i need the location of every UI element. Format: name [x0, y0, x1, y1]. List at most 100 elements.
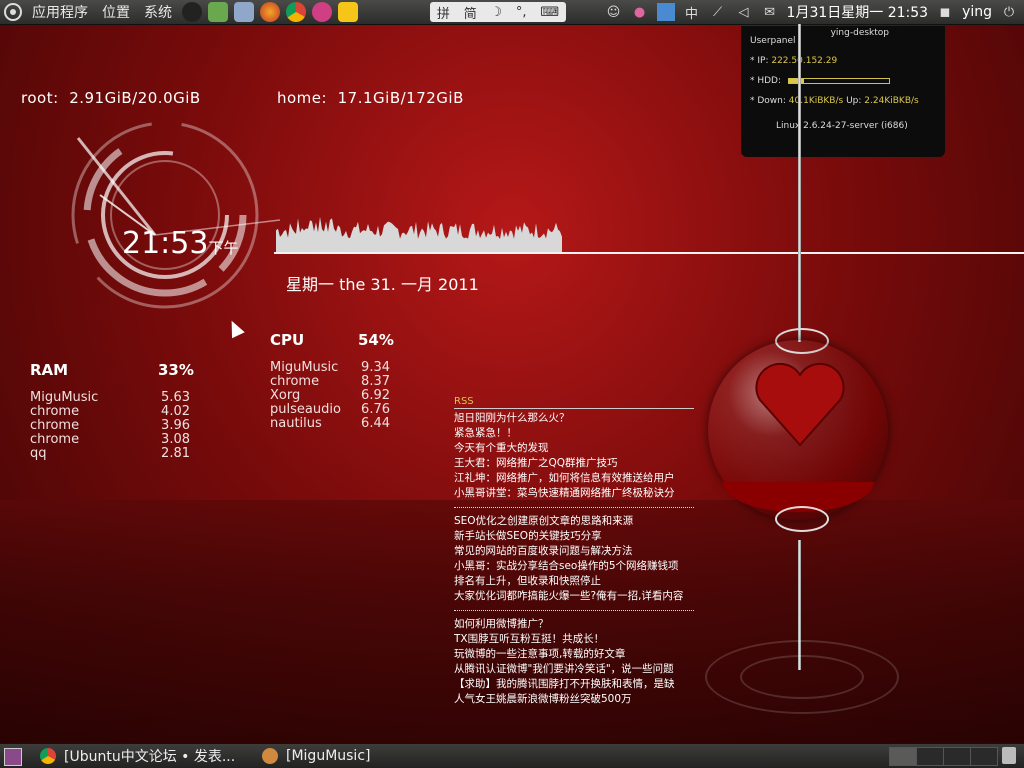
cpu-process-list: MiguMusic 9.34 chrome 8.37 Xorg 6.92 pulsea…	[270, 361, 390, 431]
workspace-3[interactable]	[943, 747, 971, 766]
workspace-4[interactable]	[970, 747, 998, 766]
ip-label: * IP:	[750, 56, 769, 66]
hostname: ying-desktop	[830, 28, 889, 38]
root-label: root:	[21, 89, 59, 107]
network-tool-launcher-icon[interactable]	[234, 2, 254, 22]
top-panel: 应用程序 位置 系统 拼 简 ☽ °, ⌨ ☺ ● 中 ⟋ ◁ ✉ 1月31日星…	[0, 0, 1024, 25]
root-value: 2.91GiB/20.0GiB	[69, 89, 201, 107]
ime-simplified-icon[interactable]: 简	[464, 3, 477, 22]
chat-launcher-icon[interactable]	[338, 2, 358, 22]
down-label: * Down:	[750, 96, 786, 106]
conky-ampm: 下午	[208, 239, 239, 257]
ram-label: RAM	[30, 361, 69, 379]
input-method-bar[interactable]: 拼 简 ☽ °, ⌨	[430, 2, 566, 22]
rss-item[interactable]: TX围脖互听互粉互挺！共成长！	[454, 632, 694, 647]
up-value: 2.24KiBKB/s	[864, 96, 919, 106]
rss-item[interactable]: 常见的网站的百度收录问题与解决方法	[454, 544, 694, 559]
rss-group: SEO优化之创建原创文章的思路和来源 新手站长做SEO的关键技巧分享 常见的网站的百…	[454, 512, 694, 611]
rss-item[interactable]: 江礼坤：网络推广，如何将信息有效推送给用户	[454, 471, 694, 486]
rss-item[interactable]: 王大君：网络推广之QQ群推广技巧	[454, 456, 694, 471]
heart-icon	[755, 362, 845, 447]
trash-icon[interactable]	[1002, 747, 1016, 764]
clock-rings	[71, 121, 281, 309]
list-item: Xorg 6.92	[270, 388, 390, 403]
conky-time: 21:53	[122, 226, 209, 261]
rss-item[interactable]: 小黑哥：实战分享结合seo操作的5个网络赚钱项	[454, 559, 694, 574]
pendant-chain	[798, 24, 801, 342]
rss-group: 旭日阳刚为什么那么火？ 紧急紧急！！ 今天有个重大的发现 王大君：网络推广之QQ群推广…	[454, 409, 694, 508]
ime-chinese-icon[interactable]: 中	[683, 3, 701, 22]
home-value: 17.1GiB/172GiB	[337, 89, 464, 107]
rss-item[interactable]: 人气女王姚晨新浪微博粉丝突破500万	[454, 692, 694, 707]
water-ripple-inner	[740, 655, 864, 699]
firefox-launcher-icon[interactable]	[260, 2, 280, 22]
conky-clock: 21:53下午	[122, 226, 238, 261]
app-tray-icon[interactable]	[656, 3, 675, 21]
rss-item[interactable]: SEO优化之创建原创文章的思路和来源	[454, 514, 694, 529]
volume-icon[interactable]: ◁	[735, 3, 753, 21]
qq-im-launcher-icon[interactable]	[208, 2, 228, 22]
rss-item[interactable]: 如何利用微博推广？	[454, 617, 694, 632]
network-row: * Down: 40.1KiBKB/s Up: 2.24KiBKB/s	[750, 96, 919, 106]
taskbar-item-browser[interactable]: [Ubuntu中文论坛 • 发表...	[40, 746, 235, 766]
list-item: MiguMusic 5.63	[30, 390, 190, 405]
chrome-launcher-icon[interactable]	[286, 2, 306, 22]
ram-process-list: MiguMusic 5.63 chrome 4.02 chrome 3.96 chro…	[30, 391, 190, 461]
power-icon[interactable]: ⏻	[1000, 3, 1018, 21]
workspace-2[interactable]	[916, 747, 944, 766]
list-item: qq 2.81	[30, 446, 190, 461]
list-item: MiguMusic 9.34	[270, 360, 390, 375]
qq-launcher-icon[interactable]	[182, 2, 202, 22]
taskbar-item-label: [MiguMusic]	[286, 748, 371, 764]
lips-icon[interactable]: ●	[631, 3, 649, 21]
conky-date: 星期一 the 31. 一月 2011	[286, 275, 479, 294]
cpu-percent: 54%	[358, 331, 394, 349]
rss-item[interactable]: 今天有个重大的发现	[454, 441, 694, 456]
rss-item[interactable]: 排名有上升，但收录和快照停止	[454, 574, 694, 589]
rss-item[interactable]: 小黑哥讲堂：菜鸟快速精通网络推广终极秘诀分	[454, 486, 694, 501]
rss-item[interactable]: 大家优化词都咋搞能火爆一些?俺有一招,详看内容	[454, 589, 694, 604]
kernel-info: Linux 2.6.24-27-server (i686)	[776, 121, 908, 131]
rss-widget: RSS 旭日阳刚为什么那么火？ 紧急紧急！！ 今天有个重大的发现 王大君：网络推广之Q…	[454, 396, 694, 717]
ime-moon-icon[interactable]: ☽	[490, 5, 502, 20]
ime-punct-icon[interactable]: °,	[516, 5, 527, 20]
ubuntu-logo-icon[interactable]	[4, 3, 22, 21]
menu-places[interactable]: 位置	[98, 2, 134, 22]
list-item: pulseaudio 6.76	[270, 402, 390, 417]
taskbar-item-migumusic[interactable]: [MiguMusic]	[262, 746, 371, 766]
music-launcher-icon[interactable]	[312, 2, 332, 22]
chat-status-icon[interactable]: ◼	[936, 3, 954, 21]
user-name[interactable]: ying	[962, 4, 992, 20]
mail-icon[interactable]: ✉	[761, 3, 779, 21]
home-label: home:	[277, 89, 328, 107]
users-icon[interactable]: ☺	[605, 3, 623, 21]
bottom-panel: [Ubuntu中文论坛 • 发表... [MiguMusic]	[0, 743, 1024, 768]
ram-percent: 33%	[158, 361, 194, 379]
show-desktop-icon[interactable]	[4, 748, 22, 766]
menu-system[interactable]: 系统	[140, 2, 176, 22]
ime-keyboard-icon[interactable]: ⌨	[540, 5, 559, 20]
ip-value: 222.50.152.29	[771, 56, 838, 66]
rss-item[interactable]: 新手站长做SEO的关键技巧分享	[454, 529, 694, 544]
root-disk-usage: root: 2.91GiB/20.0GiB	[21, 89, 201, 107]
chrome-icon	[40, 748, 56, 764]
music-icon	[262, 748, 278, 764]
list-item: chrome 4.02	[30, 404, 190, 419]
rss-item[interactable]: 旭日阳刚为什么那么火？	[454, 411, 694, 426]
rss-item[interactable]: 紧急紧急！！	[454, 426, 694, 441]
workspace-1[interactable]	[889, 747, 917, 766]
panel-clock[interactable]: 1月31日星期一 21:53	[787, 2, 929, 22]
hdd-bar-fill	[788, 78, 804, 83]
rss-item[interactable]: 玩微博的一些注意事项,转载的好文章	[454, 647, 694, 662]
rss-item[interactable]: 从腾讯认证微博"我们要讲冷笑话"，说一些问题	[454, 662, 694, 677]
ime-pinyin-icon[interactable]: 拼	[437, 3, 450, 22]
taskbar-item-label: [Ubuntu中文论坛 • 发表...	[64, 749, 236, 765]
pendant-bottom-cap	[775, 506, 829, 532]
network-icon[interactable]: ⟋	[709, 3, 727, 21]
hdd-label: * HDD:	[750, 76, 782, 86]
menu-applications[interactable]: 应用程序	[28, 2, 92, 22]
userpanel-widget: ying-desktop Userpanel * IP: 222.50.152.…	[741, 26, 945, 157]
rss-group: 如何利用微博推广？ TX围脖互听互粉互挺！共成长！ 玩微博的一些注意事项,转载的好文…	[454, 615, 694, 713]
rss-item[interactable]: 【求助】我的腾讯围脖打不开换肤和表情，是缺	[454, 677, 694, 692]
list-item: chrome 3.08	[30, 432, 190, 447]
